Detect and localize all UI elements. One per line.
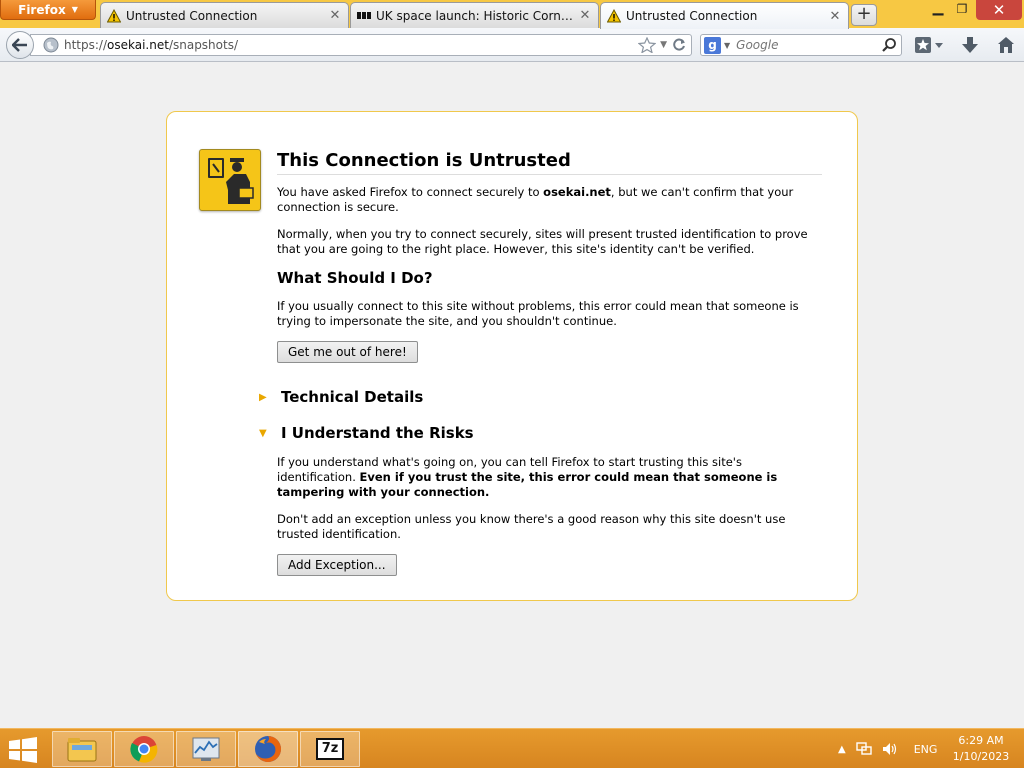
downloads-button[interactable]: [961, 36, 979, 57]
add-exception-button[interactable]: Add Exception...: [277, 554, 397, 576]
google-icon: g: [704, 36, 721, 54]
download-arrow-icon: [962, 37, 978, 53]
chevron-down-icon: ▼: [71, 5, 78, 14]
title-bar: Firefox ▼ Untrusted Connection ✕ UK spac…: [0, 0, 1024, 29]
error-page-container: This Connection is Untrusted You have as…: [166, 111, 858, 601]
chrome-icon: [130, 736, 158, 763]
intro-host: osekai.net: [543, 185, 611, 199]
warning-icon: [607, 9, 621, 23]
tab-uk-space-launch[interactable]: UK space launch: Historic Cornwall ro...…: [350, 2, 599, 28]
navigation-toolbar: https://osekai.net/snapshots/ ▼ g ▼: [0, 28, 1024, 62]
understand-risks-label: I Understand the Risks: [281, 424, 474, 442]
back-button[interactable]: [6, 31, 34, 59]
chevron-down-icon: ▼: [724, 40, 731, 50]
bbc-icon: [357, 12, 371, 19]
bookmark-star-icon[interactable]: [638, 37, 657, 53]
new-tab-button[interactable]: +: [851, 4, 877, 26]
expand-triangle-icon: ▶: [259, 391, 267, 403]
explanation-text: Normally, when you try to connect secure…: [277, 227, 808, 256]
url-path: /snapshots/: [168, 38, 239, 52]
taskbar-resource-monitor[interactable]: [176, 731, 236, 767]
windows-taskbar: 7z ▲ ENG 6:29 AM 1/10/2023: [0, 728, 1024, 768]
globe-icon[interactable]: [43, 37, 59, 53]
history-dropdown-icon[interactable]: ▼: [660, 40, 667, 50]
tab-title: Untrusted Connection: [626, 9, 758, 23]
search-input[interactable]: [736, 38, 877, 52]
taskbar-firefox[interactable]: [238, 731, 298, 767]
page-title: This Connection is Untrusted: [277, 150, 822, 175]
exception-warning-text: Don't add an exception unless you know t…: [277, 512, 786, 541]
firefox-menu-button[interactable]: Firefox ▼: [0, 0, 96, 20]
network-icon[interactable]: [856, 742, 872, 756]
get-me-out-button[interactable]: Get me out of here!: [277, 341, 418, 363]
resource-monitor-icon: [192, 737, 220, 761]
error-content: This Connection is Untrusted You have as…: [277, 150, 822, 363]
restore-button[interactable]: ❐: [950, 2, 974, 22]
url-text[interactable]: https://osekai.net/snapshots/: [64, 38, 634, 52]
show-hidden-icons-chevron-icon[interactable]: ▲: [838, 744, 846, 755]
url-bar[interactable]: https://osekai.net/snapshots/ ▼: [30, 34, 692, 56]
start-button[interactable]: [8, 737, 38, 766]
bookmarks-icon: [915, 37, 943, 53]
system-tray: ▲ ENG: [838, 729, 937, 768]
search-icon[interactable]: [881, 37, 897, 53]
home-button[interactable]: [997, 36, 1015, 57]
taskbar-file-explorer[interactable]: [52, 731, 112, 767]
close-window-button[interactable]: ✕: [976, 0, 1022, 20]
technical-details-label: Technical Details: [281, 388, 424, 406]
volume-icon[interactable]: [882, 742, 898, 756]
taskbar-7zip[interactable]: 7z: [300, 731, 360, 767]
url-host: osekai.net: [107, 38, 169, 52]
taskbar-chrome[interactable]: [114, 731, 174, 767]
understand-risks-toggle[interactable]: ▼ I Understand the Risks: [259, 424, 474, 442]
security-officer-icon: [199, 149, 261, 211]
firefox-menu-label: Firefox: [18, 2, 66, 17]
tab-untrusted-connection-active[interactable]: Untrusted Connection ✕: [600, 2, 849, 29]
file-explorer-icon: [67, 738, 97, 762]
risks-section: If you understand what's going on, you c…: [277, 455, 822, 576]
reload-icon[interactable]: [671, 37, 687, 53]
risks-text: If you understand what's going on, you c…: [277, 455, 778, 499]
intro-text: You have asked Firefox to connect secure…: [277, 185, 794, 214]
bookmarks-menu-button[interactable]: [914, 36, 944, 57]
warning-icon: [107, 8, 121, 22]
clock-time: 6:29 AM: [958, 734, 1004, 747]
close-icon[interactable]: ✕: [578, 8, 592, 23]
minimize-button[interactable]: ▁: [926, 0, 950, 20]
url-scheme: https://: [64, 38, 108, 52]
technical-details-toggle[interactable]: ▶ Technical Details: [259, 388, 423, 406]
close-icon[interactable]: ✕: [828, 9, 842, 24]
windows-logo-icon: [9, 737, 37, 763]
tab-title: Untrusted Connection: [126, 8, 258, 23]
home-icon: [998, 37, 1014, 53]
language-indicator[interactable]: ENG: [914, 743, 938, 756]
back-arrow-icon: [12, 38, 27, 52]
what-should-i-do-text: If you usually connect to this site with…: [277, 299, 799, 328]
firefox-icon: [255, 736, 281, 762]
system-clock[interactable]: 6:29 AM 1/10/2023: [948, 733, 1014, 765]
search-engine-selector[interactable]: g ▼: [704, 36, 731, 54]
clock-date: 1/10/2023: [952, 750, 1010, 763]
tab-title: UK space launch: Historic Cornwall ro...: [376, 8, 573, 23]
7zip-icon: 7z: [316, 738, 344, 760]
what-should-i-do-heading: What Should I Do?: [277, 269, 433, 287]
search-bar[interactable]: g ▼: [700, 34, 902, 56]
tab-untrusted-connection-1[interactable]: Untrusted Connection ✕: [100, 2, 349, 28]
close-icon[interactable]: ✕: [328, 8, 342, 23]
collapse-triangle-icon: ▼: [259, 427, 267, 439]
